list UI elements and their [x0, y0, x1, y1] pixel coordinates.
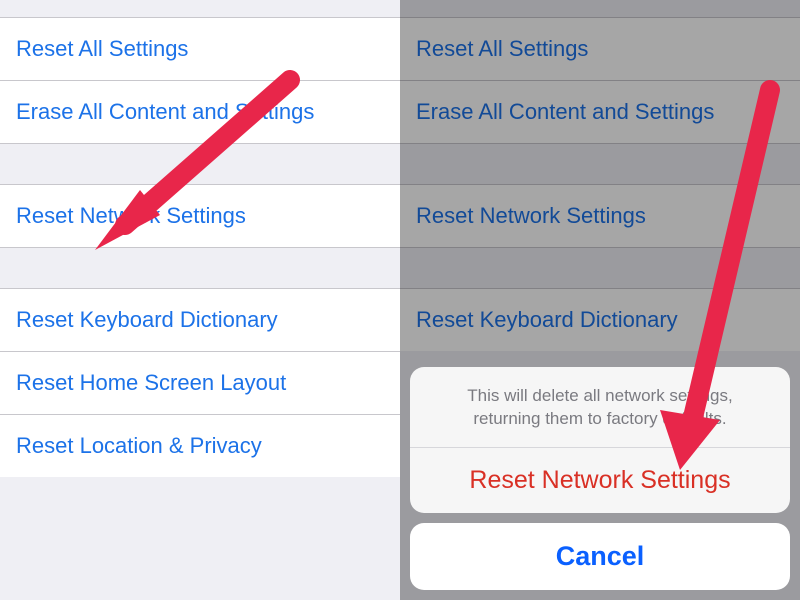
- reset-network-settings[interactable]: Reset Network Settings: [0, 185, 400, 247]
- reset-network-settings-dimmed: Reset Network Settings: [400, 185, 800, 247]
- section-gap-1-r: [400, 143, 800, 185]
- reset-all-settings-dimmed: Reset All Settings: [400, 18, 800, 81]
- action-sheet: This will delete all network settings, r…: [400, 357, 800, 600]
- action-sheet-cancel-button[interactable]: Cancel: [410, 523, 790, 590]
- reset-menu-left: Reset All Settings Erase All Content and…: [0, 0, 400, 600]
- erase-all-content-dimmed: Erase All Content and Settings: [400, 81, 800, 143]
- erase-all-content[interactable]: Erase All Content and Settings: [0, 81, 400, 143]
- reset-location-privacy[interactable]: Reset Location & Privacy: [0, 415, 400, 477]
- section-gap-2: [0, 247, 400, 289]
- reset-all-settings[interactable]: Reset All Settings: [0, 18, 400, 81]
- reset-keyboard-dictionary-dimmed: Reset Keyboard Dictionary: [400, 289, 800, 351]
- action-sheet-confirm-button[interactable]: Reset Network Settings: [410, 448, 790, 513]
- reset-keyboard-dictionary[interactable]: Reset Keyboard Dictionary: [0, 289, 400, 352]
- action-sheet-message: This will delete all network settings, r…: [410, 367, 790, 448]
- section-gap-1: [0, 143, 400, 185]
- reset-home-screen-layout[interactable]: Reset Home Screen Layout: [0, 352, 400, 415]
- section-gap-top-r: [400, 0, 800, 18]
- section-gap-2-r: [400, 247, 800, 289]
- reset-menu-right: Reset All Settings Erase All Content and…: [400, 0, 800, 600]
- section-gap-top: [0, 0, 400, 18]
